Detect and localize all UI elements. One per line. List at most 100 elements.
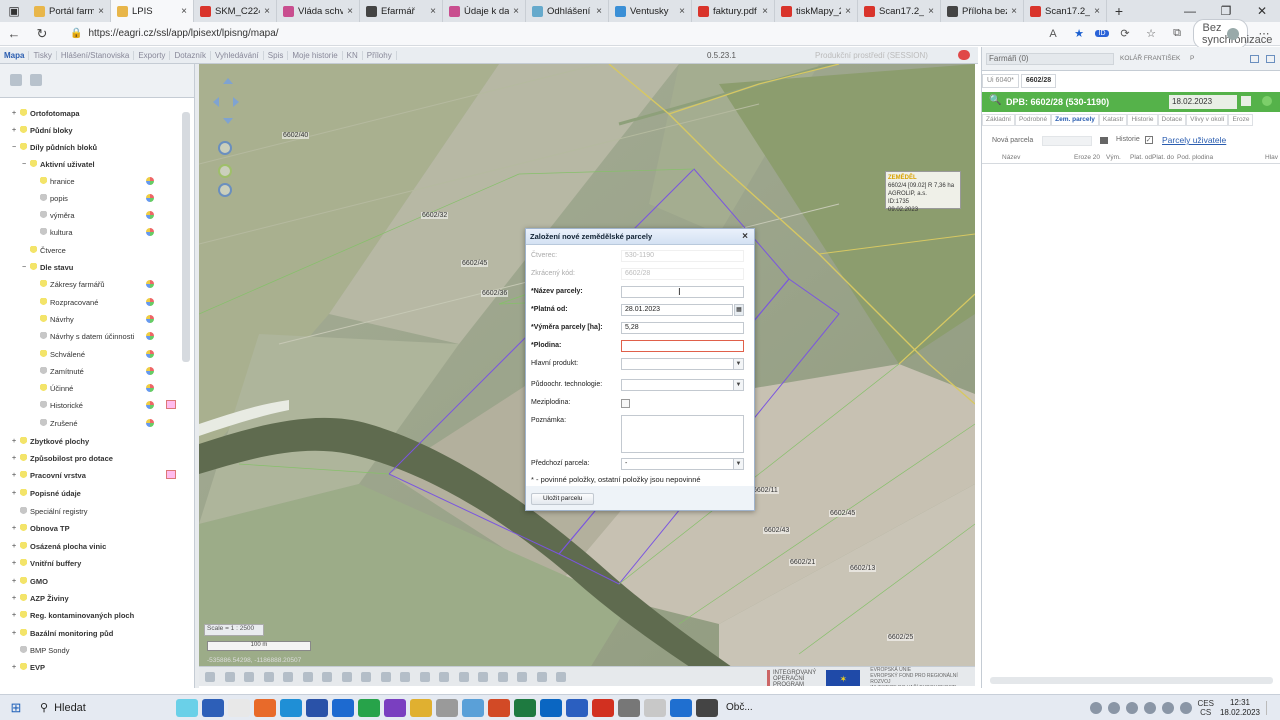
column-header[interactable]: Eroze 20 <box>1074 154 1100 161</box>
wifi-icon[interactable] <box>1161 701 1174 714</box>
browser-tab[interactable]: SKM_C224e × <box>194 0 277 22</box>
layer-tree-item[interactable]: Zamítnuté <box>32 364 84 378</box>
subtab[interactable]: Zem. parcely <box>1051 114 1099 126</box>
chevron-down-icon[interactable]: ▼ <box>733 459 743 469</box>
taskbar-app-icon[interactable] <box>176 698 198 717</box>
subtab[interactable]: Katastr <box>1098 114 1128 126</box>
start-icon[interactable]: ⊞ <box>0 700 32 716</box>
layer-style-icon[interactable] <box>146 315 154 323</box>
expand-toggle-icon[interactable]: + <box>12 578 20 585</box>
layer-style-icon[interactable] <box>146 194 154 202</box>
layer-visibility-icon[interactable] <box>40 227 47 237</box>
back-icon[interactable]: ← <box>0 26 28 41</box>
layer-visibility-icon[interactable] <box>30 159 37 169</box>
map-tool-icon[interactable] <box>458 672 469 682</box>
zoom-extent-icon[interactable] <box>218 164 232 178</box>
dpb-date-input[interactable]: 18.02.2023 <box>1169 95 1237 109</box>
layer-style-icon[interactable] <box>146 401 154 409</box>
refresh-icon[interactable] <box>1262 96 1272 106</box>
layer-visibility-icon[interactable] <box>20 645 27 655</box>
zoom-out-icon[interactable] <box>218 183 232 197</box>
favorite-star-icon[interactable]: ★ <box>1069 27 1089 40</box>
layer-tree-item[interactable]: Návrhy s datem účinnosti <box>32 329 134 343</box>
column-header[interactable]: Pod. plodina <box>1177 154 1213 161</box>
weather-widget[interactable]: Obč... <box>726 702 753 713</box>
expand-toggle-icon[interactable]: + <box>12 472 20 479</box>
layer-visibility-icon[interactable] <box>20 523 27 533</box>
layer-tree-item[interactable]: Účinné <box>32 381 73 395</box>
layer-visibility-icon[interactable] <box>20 662 27 672</box>
pan-right-icon[interactable] <box>233 97 239 107</box>
map-tool-icon[interactable] <box>380 672 391 682</box>
expand-toggle-icon[interactable]: + <box>12 110 20 117</box>
layer-style-icon[interactable] <box>146 367 154 375</box>
layer-tree-item[interactable]: + Způsobilost pro dotace <box>12 451 113 465</box>
layer-style-icon[interactable] <box>146 177 154 185</box>
layer-style-icon[interactable] <box>146 384 154 392</box>
tab-close-icon[interactable]: × <box>596 6 602 17</box>
tray-icon[interactable] <box>1107 701 1120 714</box>
taskbar-app-icon[interactable] <box>254 698 276 717</box>
layer-visibility-icon[interactable] <box>30 245 37 255</box>
layer-tree-item[interactable]: − Díly půdních bloků <box>12 140 97 154</box>
layer-visibility-icon[interactable] <box>30 262 37 272</box>
taskbar-app-icon[interactable] <box>488 698 510 717</box>
expand-toggle-icon[interactable]: − <box>22 264 30 271</box>
layer-visibility-icon[interactable] <box>40 418 47 428</box>
favorites-icon[interactable]: ☆ <box>1141 27 1161 40</box>
browser-tab[interactable]: Efarmář × <box>360 0 443 22</box>
layer-tree-item[interactable]: + Vnitřní buffery <box>12 556 81 570</box>
layer-visibility-icon[interactable] <box>20 125 27 135</box>
tab-close-icon[interactable]: × <box>264 6 270 17</box>
layer-tree-item[interactable]: výměra <box>32 208 75 222</box>
expand-toggle-icon[interactable]: + <box>12 525 20 532</box>
tray-icon[interactable] <box>1143 701 1156 714</box>
clock[interactable]: 12:31 18.02.2023 <box>1220 698 1260 718</box>
map-tool-icon[interactable] <box>478 672 488 682</box>
layer-tree-item[interactable]: Zákresy farmářů <box>32 277 105 291</box>
browser-tab[interactable]: Ventusky × <box>609 0 692 22</box>
pan-up-icon[interactable] <box>223 78 233 84</box>
read-aloud-icon[interactable]: A <box>1043 28 1063 40</box>
user-parcels-link[interactable]: Parcely uživatele <box>1162 135 1226 145</box>
chevron-down-icon[interactable]: ▼ <box>733 359 743 369</box>
tab-close-icon[interactable]: × <box>1011 6 1017 17</box>
scale-select[interactable]: Scale = 1 : 2500 <box>204 624 264 636</box>
column-header[interactable]: Plat. od <box>1130 154 1152 161</box>
taskbar-app-icon[interactable] <box>306 698 328 717</box>
menu-item[interactable]: Spis <box>264 50 289 60</box>
map-tool-icon[interactable] <box>205 672 215 682</box>
zoom-in-icon[interactable] <box>218 141 232 155</box>
map-tool-icon[interactable] <box>244 672 254 682</box>
layer-visibility-icon[interactable] <box>20 576 27 586</box>
layer-visibility-icon[interactable] <box>20 628 27 638</box>
layer-visibility-icon[interactable] <box>40 176 47 186</box>
expand-toggle-icon[interactable]: + <box>12 560 20 567</box>
layer-visibility-icon[interactable] <box>20 488 27 498</box>
expand-toggle-icon[interactable]: + <box>12 438 20 445</box>
taskbar-app-icon[interactable] <box>696 698 718 717</box>
column-header[interactable]: Plat. do <box>1152 154 1174 161</box>
subtab[interactable]: Podrobné <box>1014 114 1052 126</box>
layer-style-icon[interactable] <box>146 350 154 358</box>
extension-icon[interactable]: ID <box>1095 30 1109 37</box>
expand-toggle-icon[interactable]: + <box>12 595 20 602</box>
expand-toggle-icon[interactable]: − <box>22 161 30 168</box>
browser-tab[interactable]: Portál farmáře × <box>28 0 111 22</box>
menu-item[interactable]: Moje historie <box>288 50 343 60</box>
layer-tree-item[interactable]: Návrhy <box>32 312 74 326</box>
subtab[interactable]: Vlivy v okolí <box>1186 114 1229 126</box>
layer-tree-item[interactable]: + Zbytkové plochy <box>12 434 89 448</box>
layer-tree-item[interactable]: hranice <box>32 174 75 188</box>
horizontal-scrollbar[interactable] <box>990 677 1273 684</box>
layer-visibility-icon[interactable] <box>20 470 27 480</box>
layer-visibility-icon[interactable] <box>40 314 47 324</box>
valid-from-input[interactable]: 28.01.2023 <box>621 304 733 316</box>
save-parcel-button[interactable]: Uložit parcelu <box>531 493 595 505</box>
subtab[interactable]: Základní <box>982 114 1015 126</box>
browser-tab[interactable]: Vláda schválila× <box>277 0 360 22</box>
layer-tree-item[interactable]: + AZP Živiny <box>12 591 69 605</box>
browser-tab[interactable]: tiskMapy_2 × <box>775 0 858 22</box>
layer-style-icon[interactable] <box>146 419 154 427</box>
layer-visibility-icon[interactable] <box>20 541 27 551</box>
